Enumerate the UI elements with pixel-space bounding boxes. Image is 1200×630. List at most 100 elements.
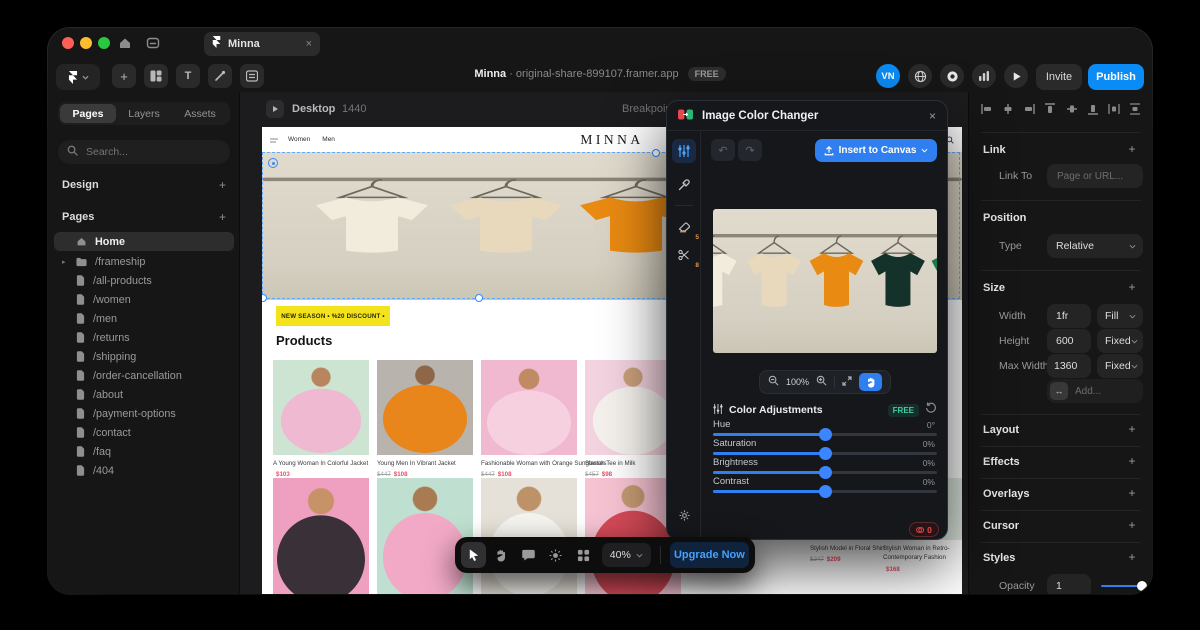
close-traffic-light[interactable] <box>62 37 74 49</box>
product-card[interactable] <box>481 478 577 594</box>
product-card[interactable]: A Young Woman In Colorful Jacket $103 <box>273 360 369 478</box>
selection-handle-bottom-left[interactable] <box>262 294 267 302</box>
layout-add-icon[interactable]: + <box>1126 422 1138 436</box>
product-card[interactable] <box>377 478 473 594</box>
saturation-slider-thumb[interactable] <box>819 447 832 460</box>
position-type-select[interactable]: Relative <box>1047 234 1143 258</box>
inbox-icon[interactable] <box>146 36 160 55</box>
zoom-traffic-light[interactable] <box>98 37 110 49</box>
effects-add-icon[interactable]: + <box>1126 454 1138 468</box>
sidebar-item-men[interactable]: /men <box>54 309 234 328</box>
align-bottom-icon[interactable] <box>1087 102 1099 120</box>
select-tool-button[interactable] <box>461 542 486 568</box>
avatar[interactable]: VN <box>876 64 900 88</box>
minimize-traffic-light[interactable] <box>80 37 92 49</box>
tab-layers[interactable]: Layers <box>116 104 172 123</box>
record-button[interactable] <box>940 64 964 88</box>
sidebar-item-contact[interactable]: /contact <box>54 423 234 442</box>
width-mode-select[interactable]: Fill <box>1097 304 1143 328</box>
sidebar-item-all-products[interactable]: /all-products <box>54 271 234 290</box>
align-center-v-icon[interactable] <box>1066 102 1078 120</box>
sidebar-item-about[interactable]: /about <box>54 385 234 404</box>
sidebar-item-returns[interactable]: /returns <box>54 328 234 347</box>
theme-toggle-button[interactable] <box>544 542 569 568</box>
preview-play-button[interactable] <box>1004 64 1028 88</box>
height-mode-select[interactable]: Fixed <box>1097 329 1143 353</box>
cursor-add-icon[interactable]: + <box>1126 518 1138 532</box>
globe-button[interactable] <box>908 64 932 88</box>
overlays-section-title[interactable]: Overlays <box>983 488 1029 500</box>
layout-grid-button[interactable] <box>571 542 596 568</box>
selection-handle-top[interactable] <box>652 149 660 157</box>
link-to-input[interactable] <box>1047 164 1143 188</box>
sidebar-item-payment-options[interactable]: /payment-options <box>54 404 234 423</box>
publish-button[interactable]: Publish <box>1088 64 1144 90</box>
fit-expand-icon[interactable] <box>842 373 852 391</box>
overlays-add-icon[interactable]: + <box>1126 486 1138 500</box>
breakpoint-play-icon[interactable] <box>266 100 284 118</box>
distribute-v-icon[interactable] <box>1129 102 1141 120</box>
add-design-icon[interactable]: + <box>219 178 226 192</box>
sidebar-item-faq[interactable]: /faq <box>54 442 234 461</box>
project-tab[interactable]: Minna × <box>204 32 320 56</box>
width-input[interactable]: 1fr <box>1047 304 1091 328</box>
insert-to-canvas-button[interactable]: Insert to Canvas <box>815 139 937 162</box>
distribute-h-icon[interactable] <box>1108 102 1120 120</box>
adjustments-tool-icon[interactable] <box>672 139 696 163</box>
breakpoint-device-label[interactable]: Desktop <box>292 103 335 115</box>
sidebar-item-frameship[interactable]: ▸ /frameship <box>54 252 234 271</box>
analytics-button[interactable] <box>972 64 996 88</box>
sidebar-item-home[interactable]: Home <box>54 232 234 251</box>
size-add-icon[interactable]: + <box>1126 280 1138 294</box>
product-card[interactable]: Fashionable Woman with Orange Sunglasses… <box>481 360 577 478</box>
background-remover-tool-icon[interactable]: 5 <box>672 215 696 239</box>
upgrade-now-button[interactable]: Upgrade Now <box>670 542 749 568</box>
caret-right-icon[interactable]: ▸ <box>62 258 66 266</box>
plugin-image-preview[interactable] <box>713 209 937 353</box>
zoom-in-icon[interactable] <box>816 373 827 391</box>
opacity-input[interactable]: 1 <box>1047 574 1091 594</box>
product-card[interactable]: Stylish Woman in Retro-Contemporary Fash… <box>883 540 955 573</box>
tab-pages[interactable]: Pages <box>60 104 116 123</box>
align-center-h-icon[interactable] <box>1002 102 1014 120</box>
hue-slider-thumb[interactable] <box>819 428 832 441</box>
tab-assets[interactable]: Assets <box>172 104 228 123</box>
add-size-constraint-button[interactable]: ↔ Add... <box>1047 379 1143 403</box>
zoom-out-icon[interactable] <box>768 373 779 391</box>
styles-add-icon[interactable]: + <box>1126 550 1138 564</box>
search-input[interactable] <box>84 145 208 159</box>
align-right-icon[interactable] <box>1023 102 1035 120</box>
eyedropper-tool-icon[interactable] <box>672 173 696 197</box>
add-page-icon[interactable]: + <box>219 210 226 224</box>
align-left-icon[interactable] <box>981 102 993 120</box>
align-top-icon[interactable] <box>1044 102 1056 120</box>
tab-close-icon[interactable]: × <box>306 38 312 50</box>
brightness-slider-thumb[interactable] <box>819 466 832 479</box>
undo-button[interactable]: ↶ <box>711 139 735 161</box>
pan-hand-button[interactable] <box>859 373 882 391</box>
sidebar-item-order-cancellation[interactable]: /order-cancellation <box>54 366 234 385</box>
selection-handle-bottom[interactable] <box>475 294 483 302</box>
zoom-select[interactable]: 40% <box>602 543 651 567</box>
pages-section-header[interactable]: Pages + <box>62 210 226 224</box>
sidebar-item-women[interactable]: /women <box>54 290 234 309</box>
comment-tool-button[interactable] <box>516 542 541 568</box>
sidebar-item-shipping[interactable]: /shipping <box>54 347 234 366</box>
design-section-header[interactable]: Design + <box>62 178 226 192</box>
opacity-slider[interactable] <box>1101 585 1143 587</box>
link-add-icon[interactable]: + <box>1126 142 1138 156</box>
invite-button[interactable]: Invite <box>1036 64 1082 90</box>
search-box[interactable] <box>58 140 230 164</box>
plugin-close-icon[interactable]: × <box>929 109 936 123</box>
cutout-tool-icon[interactable]: 8 <box>672 243 696 267</box>
hand-tool-button[interactable] <box>489 542 514 568</box>
product-card[interactable]: Young Men In Vibrant Jacket $447$108 <box>377 360 473 478</box>
plugin-header[interactable]: Image Color Changer × <box>667 101 947 131</box>
height-input[interactable]: 600 <box>1047 329 1091 353</box>
plugin-settings-gear-icon[interactable] <box>672 503 696 527</box>
max-width-mode-select[interactable]: Fixed <box>1097 354 1143 378</box>
max-width-input[interactable]: 1360 <box>1047 354 1091 378</box>
opacity-slider-thumb[interactable] <box>1137 581 1147 591</box>
product-card[interactable] <box>273 478 369 594</box>
layout-section-title[interactable]: Layout <box>983 424 1019 436</box>
